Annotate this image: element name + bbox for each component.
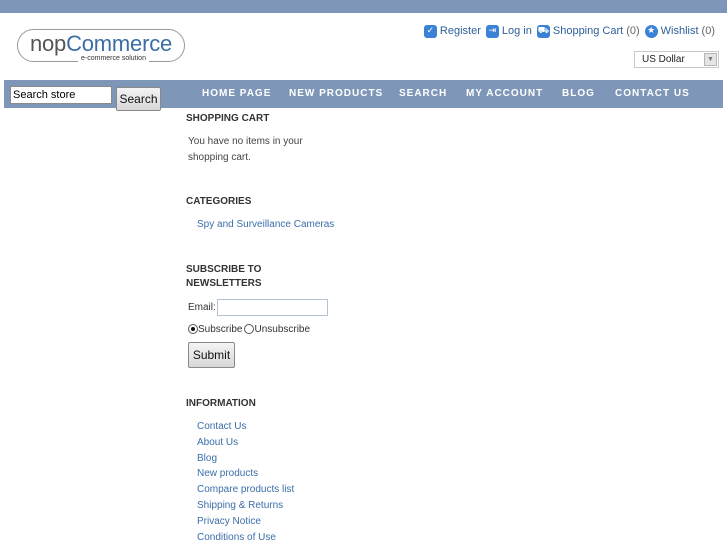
nav-home-page[interactable]: HOME PAGE: [202, 88, 271, 100]
check-icon: ✓: [423, 24, 437, 38]
info-link-contact-us[interactable]: Contact Us: [197, 421, 246, 433]
nav-search[interactable]: SEARCH: [399, 88, 447, 100]
categories-title: CATEGORIES: [186, 196, 252, 207]
register-label: Register: [439, 25, 481, 37]
nav-new-products[interactable]: NEW PRODUCTS: [289, 88, 383, 100]
email-label: Email:: [188, 302, 216, 313]
wishlist-label: Wishlist: [660, 25, 699, 37]
cart-empty-line2: shopping cart.: [188, 152, 251, 163]
login-icon: ⇥: [485, 24, 499, 38]
nav-blog[interactable]: BLOG: [562, 88, 595, 100]
logo-text: nopCommerce: [29, 31, 173, 56]
star-icon: ★: [644, 24, 658, 38]
wishlist-count: (0): [701, 25, 715, 37]
site-logo[interactable]: nopCommerce e-commerce solution: [17, 29, 185, 63]
info-link-compare-products[interactable]: Compare products list: [197, 484, 294, 496]
subscribe-options: Subscribe Unsubscribe: [188, 323, 310, 335]
cart-icon: ⛟: [536, 24, 550, 38]
login-link[interactable]: ⇥ Log in: [485, 24, 532, 38]
shopping-cart-link[interactable]: ⛟ Shopping Cart (0): [536, 24, 640, 38]
subscribe-radio[interactable]: [188, 324, 198, 334]
info-link-about-us[interactable]: About Us: [197, 437, 238, 449]
search-input[interactable]: [10, 86, 112, 104]
shopping-cart-label: Shopping Cart: [552, 25, 624, 37]
chevron-down-icon: ▼: [704, 53, 717, 66]
logo-tagline: e-commerce solution: [78, 54, 149, 63]
currency-select[interactable]: US Dollar ▼: [634, 51, 719, 68]
top-strip: [0, 0, 727, 13]
information-title: INFORMATION: [186, 398, 256, 409]
info-link-conditions-of-use[interactable]: Conditions of Use: [197, 532, 276, 544]
newsletter-title-line2: NEWSLETTERS: [186, 278, 262, 289]
info-link-blog[interactable]: Blog: [197, 453, 217, 465]
newsletter-email-input[interactable]: [217, 299, 328, 316]
info-link-privacy-notice[interactable]: Privacy Notice: [197, 516, 261, 528]
shopping-cart-title: SHOPPING CART: [186, 113, 270, 124]
register-link[interactable]: ✓ Register: [423, 24, 481, 38]
search-button[interactable]: Search: [116, 87, 161, 111]
newsletter-title-line1: SUBSCRIBE TO: [186, 264, 262, 275]
info-link-shipping-returns[interactable]: Shipping & Returns: [197, 500, 283, 512]
info-link-new-products[interactable]: New products: [197, 468, 258, 480]
nav-my-account[interactable]: MY ACCOUNT: [466, 88, 543, 100]
cart-empty-line1: You have no items in your: [188, 136, 303, 147]
header-links: ✓ Register ⇥ Log in ⛟ Shopping Cart (0) …: [423, 23, 715, 39]
nav-contact-us[interactable]: CONTACT US: [615, 88, 690, 100]
unsubscribe-radio[interactable]: [244, 324, 255, 334]
currency-value: US Dollar: [642, 54, 685, 65]
cart-count: (0): [626, 25, 640, 37]
category-link[interactable]: Spy and Surveillance Cameras: [197, 219, 334, 231]
login-label: Log in: [501, 25, 532, 37]
wishlist-link[interactable]: ★ Wishlist (0): [644, 24, 715, 38]
subscribe-label: Subscribe: [198, 323, 243, 335]
submit-button[interactable]: Submit: [188, 342, 235, 368]
unsubscribe-label: Unsubscribe: [254, 323, 311, 335]
